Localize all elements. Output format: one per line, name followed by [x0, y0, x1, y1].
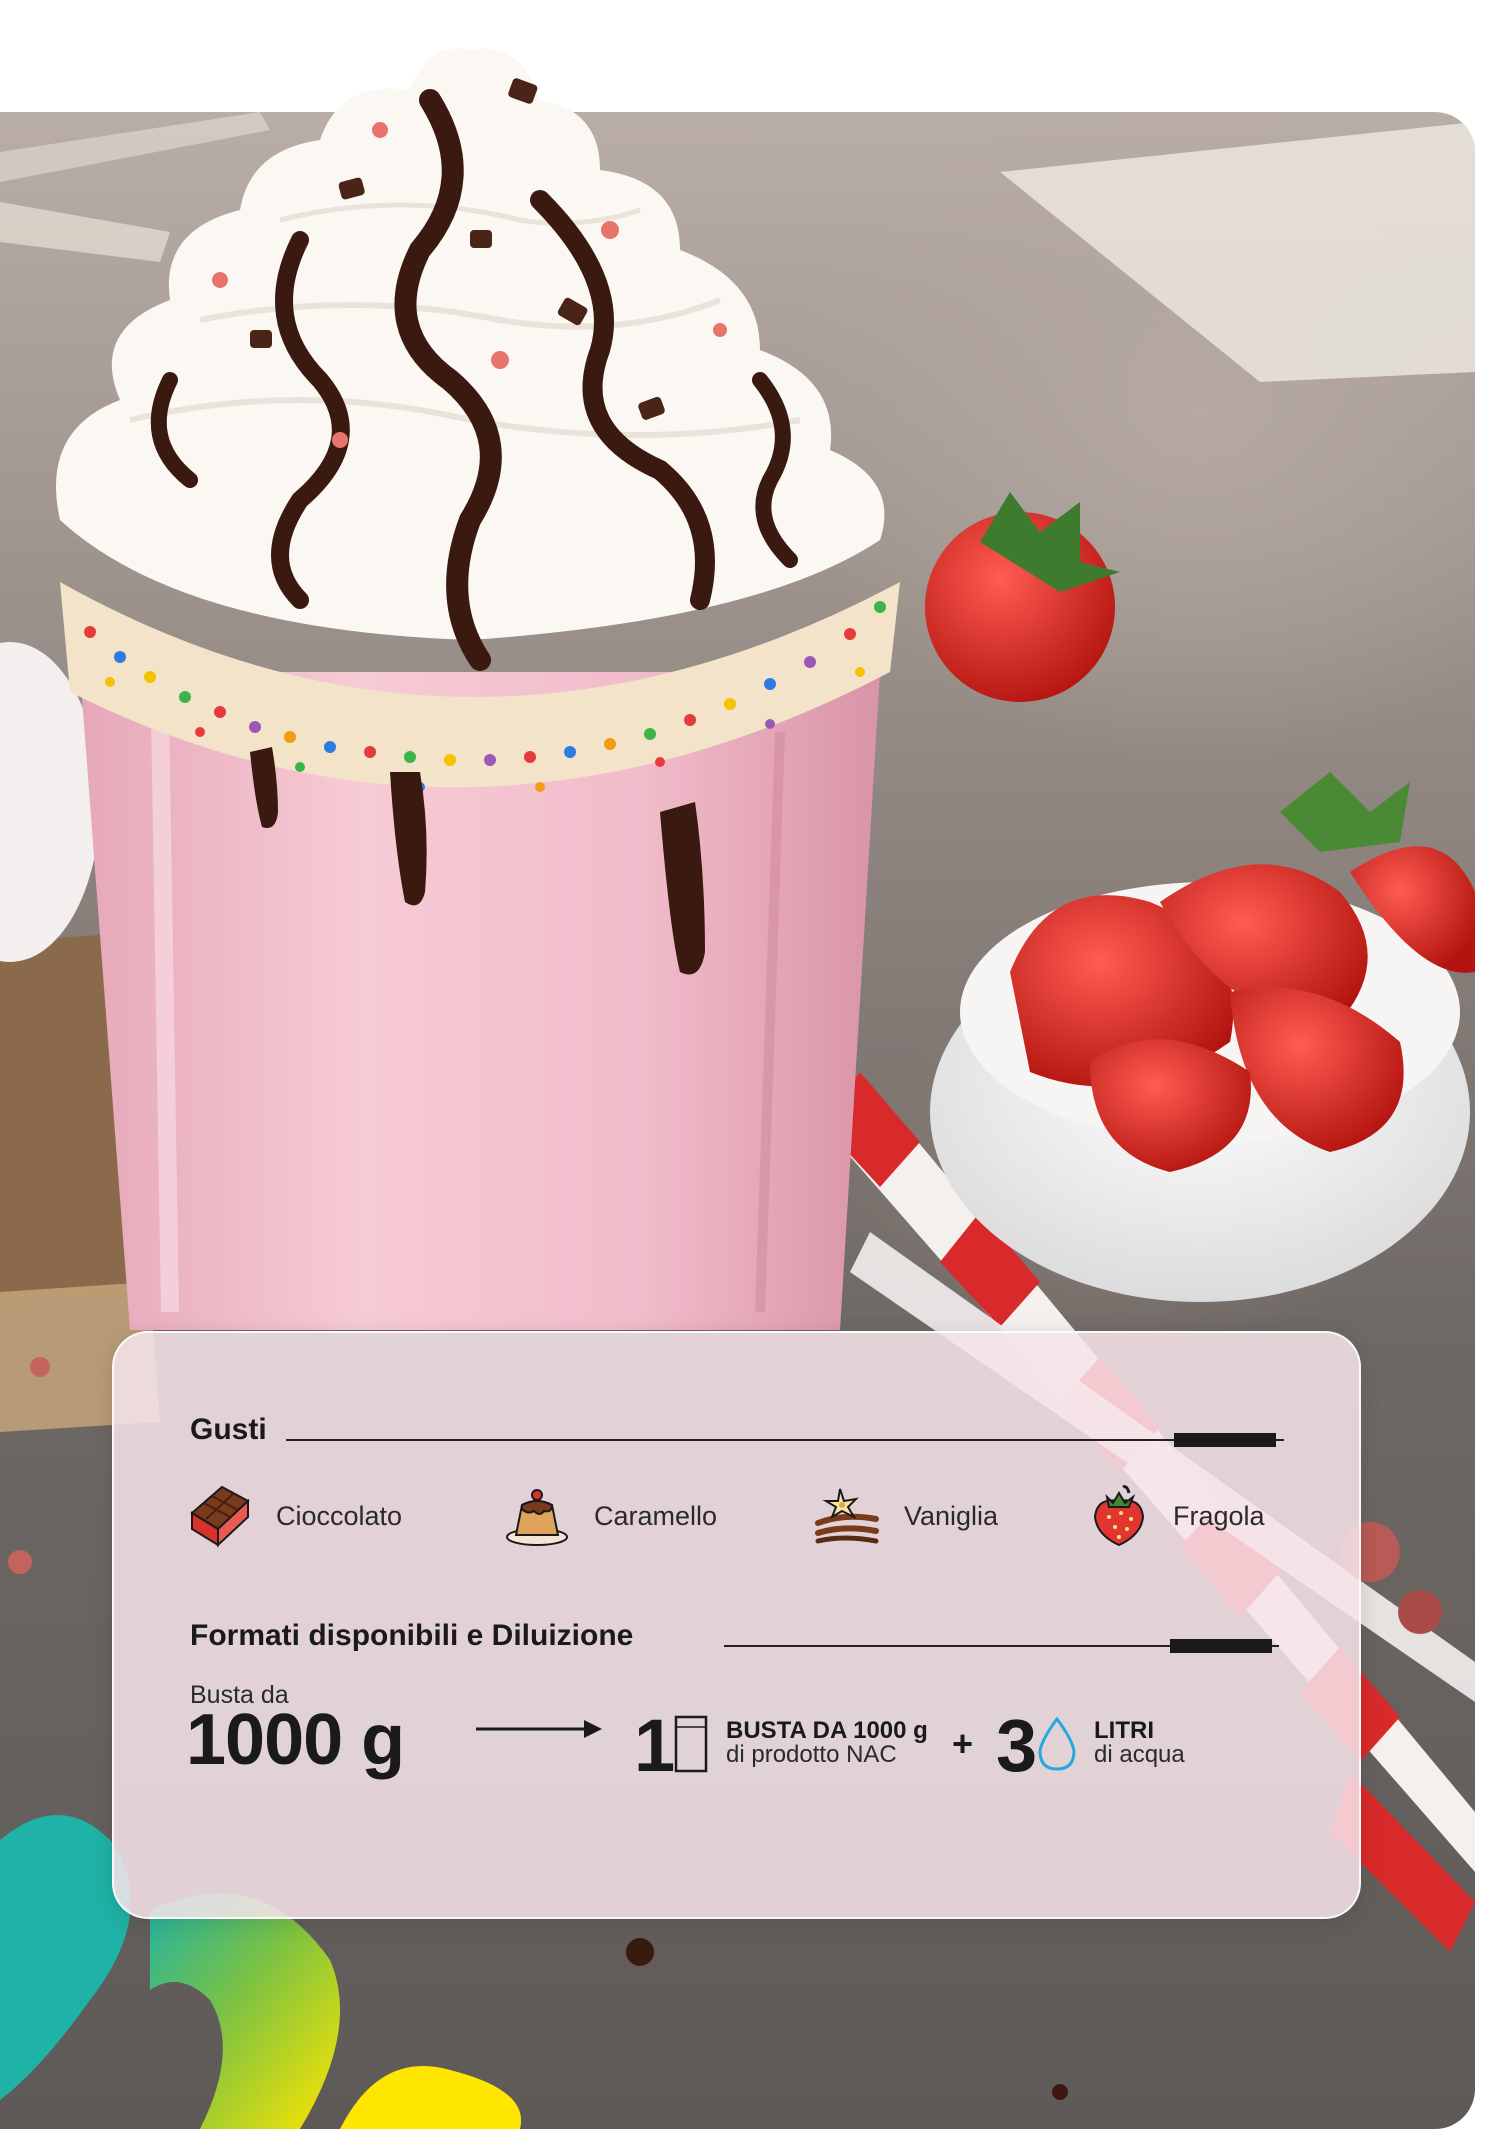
flavors-rule-end — [1174, 1433, 1276, 1447]
info-card: Gusti Cioccolato Caramello Vaniglia Frag… — [112, 1331, 1361, 1919]
bag-line2: di prodotto NAC — [726, 1741, 897, 1768]
flavor-label: Fragola — [1173, 1500, 1265, 1531]
bag-icon — [674, 1715, 708, 1773]
flavor-item-vaniglia: Vaniglia — [814, 1483, 998, 1549]
flavor-item-caramello: Caramello — [504, 1483, 717, 1549]
arrow-right-icon — [476, 1720, 602, 1738]
bag-line1: BUSTA DA 1000 g — [726, 1717, 928, 1744]
flavor-label: Vaniglia — [904, 1500, 999, 1531]
flavor-item-fragola: Fragola — [1089, 1483, 1265, 1549]
flavors-rule — [286, 1439, 1284, 1441]
water-line1: LITRI — [1094, 1717, 1154, 1744]
water-drop-icon — [1038, 1716, 1076, 1771]
plus-sign: + — [952, 1723, 974, 1764]
vanilla-flower-icon — [814, 1483, 880, 1549]
pack-size: 1000 g — [186, 1700, 405, 1780]
caramel-pudding-icon — [504, 1483, 570, 1549]
flavors-title: Gusti — [190, 1413, 267, 1446]
flavor-label: Cioccolato — [276, 1500, 403, 1531]
flavor-label: Caramello — [594, 1500, 718, 1531]
water-count: 3 — [996, 1704, 1038, 1787]
bag-count: 1 — [634, 1704, 676, 1787]
formats-rule-end — [1170, 1639, 1272, 1653]
formats-title: Formati disponibili e Diluizione — [190, 1619, 634, 1652]
flavor-item-cioccolato: Cioccolato — [186, 1483, 402, 1549]
strawberry-icon — [1089, 1483, 1149, 1549]
water-line2: di acqua — [1094, 1741, 1185, 1768]
chocolate-bar-icon — [186, 1483, 252, 1549]
